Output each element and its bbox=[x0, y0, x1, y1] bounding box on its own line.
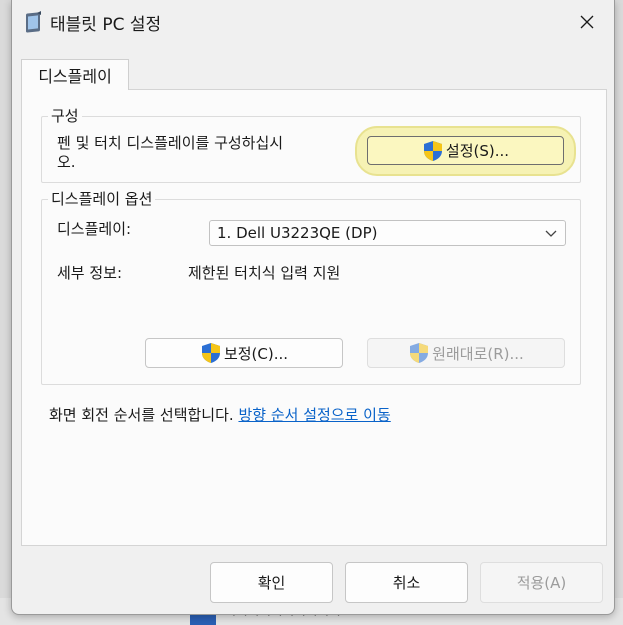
orientation-row: 화면 회전 순서를 선택합니다. 방향 순서 설정으로 이동 bbox=[49, 406, 391, 425]
calibrate-button-label: 보정(C)... bbox=[223, 344, 289, 363]
orientation-settings-link[interactable]: 방향 순서 설정으로 이동 bbox=[238, 406, 390, 424]
tab-display[interactable]: 디스플레이 bbox=[21, 59, 129, 90]
apply-button[interactable]: 적용(A) bbox=[480, 562, 603, 603]
reset-button[interactable]: 원래대로(R)... bbox=[367, 338, 565, 368]
tablet-pc-icon bbox=[26, 11, 41, 33]
setup-button[interactable]: 설정(S)... bbox=[367, 136, 564, 165]
reset-button-label: 원래대로(R)... bbox=[432, 344, 524, 363]
window-title: 태블릿 PC 설정 bbox=[50, 15, 162, 35]
chevron-down-icon bbox=[545, 230, 557, 237]
close-button[interactable] bbox=[568, 6, 606, 38]
uac-shield-icon bbox=[423, 140, 442, 161]
uac-shield-icon bbox=[410, 343, 429, 363]
ok-button[interactable]: 확인 bbox=[210, 562, 333, 603]
details-label: 세부 정보: bbox=[57, 264, 123, 282]
display-label: 디스플레이: bbox=[57, 220, 132, 238]
tablet-pc-settings-dialog: 태블릿 PC 설정 디스플레이 구성 펜 및 터치 디스플레이를 구성하십시 오… bbox=[11, 0, 615, 615]
uac-shield-icon bbox=[201, 343, 220, 363]
configure-group-label: 구성 bbox=[48, 105, 82, 126]
orientation-text: 화면 회전 순서를 선택합니다. bbox=[49, 406, 234, 424]
tab-panel-display: 구성 펜 및 터치 디스플레이를 구성하십시 오. 설정(S)... 디스플레이… bbox=[21, 89, 607, 546]
setup-button-label: 설정(S)... bbox=[445, 142, 510, 160]
configure-description: 펜 및 터치 디스플레이를 구성하십시 오. bbox=[57, 134, 284, 171]
calibrate-button[interactable]: 보정(C)... bbox=[145, 338, 343, 368]
details-value: 제한된 터치식 입력 지원 bbox=[188, 264, 341, 282]
close-icon bbox=[580, 15, 594, 29]
display-select-value: 1. Dell U3223QE (DP) bbox=[217, 224, 378, 242]
title-bar: 태블릿 PC 설정 bbox=[12, 0, 614, 44]
display-select[interactable]: 1. Dell U3223QE (DP) bbox=[209, 220, 566, 246]
cancel-button[interactable]: 취소 bbox=[345, 562, 468, 603]
display-options-group-label: 디스플레이 옵션 bbox=[48, 188, 156, 209]
